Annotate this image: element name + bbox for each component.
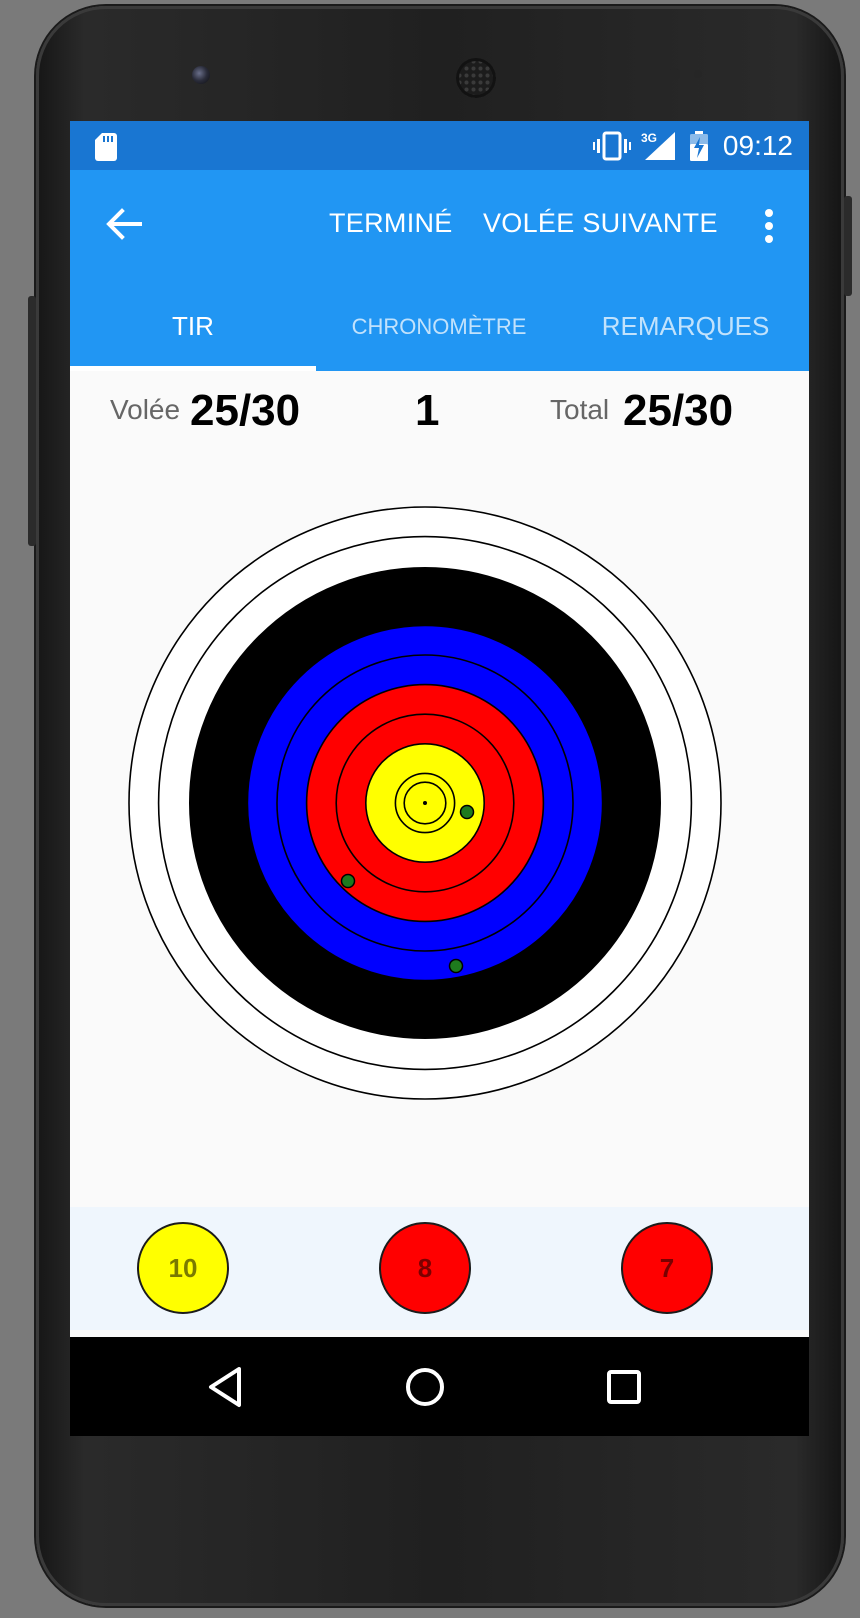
status-time: 09:12 (722, 129, 793, 161)
more-vert-icon[interactable] (761, 208, 777, 244)
total-score-label: Total (550, 394, 610, 425)
score-bar: Volée 25/30 1 Total 25/30 (70, 371, 809, 451)
total-score-value: 25/30 (623, 386, 734, 435)
archery-target[interactable] (70, 484, 809, 1144)
front-camera (192, 66, 210, 84)
vibrate-icon (592, 131, 631, 160)
arrow-scores-row: 10 8 7 (70, 1207, 809, 1330)
end-score-value: 25/30 (190, 386, 301, 435)
light-sensor (694, 70, 702, 78)
svg-text:3G: 3G (641, 131, 657, 145)
signal-3g-icon: 3G (641, 131, 675, 160)
nav-recents-icon[interactable] (599, 1362, 649, 1412)
nav-back-icon[interactable] (201, 1362, 251, 1412)
tab-timer[interactable]: CHRONOMÈTRE (316, 282, 562, 371)
navigation-bar (70, 1337, 809, 1436)
arrow-hit-mark-1[interactable] (459, 804, 475, 820)
sd-card-icon (95, 133, 117, 161)
arrow-score-1[interactable]: 10 (137, 1222, 229, 1314)
end-score-label: Volée (110, 394, 181, 425)
next-end-button[interactable]: VOLÉE SUIVANTE (483, 208, 718, 239)
arrow-hit-mark-2[interactable] (340, 873, 356, 889)
arrow-hit-mark-3[interactable] (448, 958, 464, 974)
status-bar: 3G 09:12 (70, 121, 809, 170)
end-number: 1 (415, 386, 440, 435)
arrow-back-icon[interactable] (104, 204, 144, 244)
arrow-score-3[interactable]: 7 (621, 1222, 713, 1314)
earpiece-speaker (456, 58, 496, 98)
tab-bar: TIR CHRONOMÈTRE REMARQUES (70, 282, 809, 371)
tab-shooting[interactable]: TIR (70, 282, 316, 371)
power-button (844, 196, 852, 296)
nav-home-icon[interactable] (400, 1362, 450, 1412)
arrow-score-2[interactable]: 8 (379, 1222, 471, 1314)
app-bar: TERMINÉ VOLÉE SUIVANTE (70, 170, 809, 282)
volume-button (28, 296, 36, 546)
target-center-dot (423, 801, 427, 805)
done-button[interactable]: TERMINÉ (329, 208, 453, 239)
tab-notes[interactable]: REMARQUES (562, 282, 809, 371)
battery-charging-icon (689, 130, 708, 161)
proximity-sensor (668, 68, 680, 80)
screen: 3G 09:12 TERMINÉ VOLÉE SUIVANTE TIR CHRO… (70, 121, 809, 1436)
